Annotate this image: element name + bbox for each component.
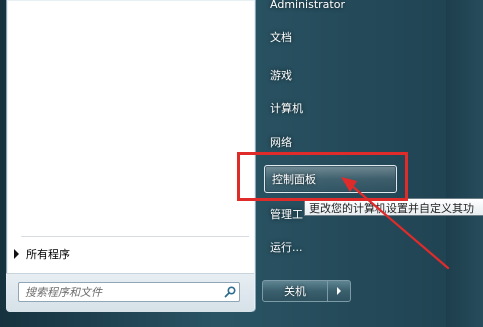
triangle-right-icon: [337, 287, 341, 295]
shutdown-label: 关机: [284, 285, 306, 298]
shutdown-options-button[interactable]: [327, 280, 351, 302]
annotation-arrow: [341, 177, 450, 270]
shutdown-button[interactable]: 关机: [262, 280, 328, 302]
